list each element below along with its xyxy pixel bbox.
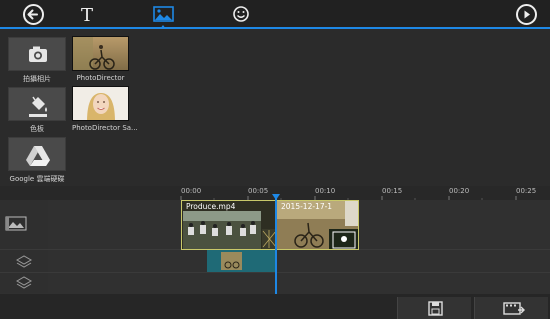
app-root: T 拍攝相片 PhotoDirector 色板 PhotoDirector Sa… [0,0,550,319]
back-button[interactable] [23,4,44,25]
paint-bucket-icon [29,96,47,117]
overlay-clip-thumb [207,250,275,272]
photo-clip[interactable]: 2015-12-17-1 [276,200,359,250]
google-drive-icon [26,146,50,166]
tab-text[interactable]: T [72,0,102,29]
tab-sticker[interactable] [226,0,256,29]
svg-text:T: T [81,5,93,26]
photodirector-samples-label: PhotoDirector Sa... [72,124,138,132]
google-drive-button[interactable] [8,137,66,171]
portrait-photo-thumb [73,87,128,120]
save-icon [428,301,443,316]
playhead-handle-icon [272,194,280,200]
take-photo-button[interactable] [8,37,66,71]
color-board-label: 色板 [30,125,44,133]
top-toolbar: T [0,0,550,29]
track-icons [5,216,33,289]
arrow-left-icon [27,9,38,20]
export-video-icon [503,302,525,315]
clip-title: Produce.mp4 [186,202,236,211]
save-project-button[interactable] [397,297,471,319]
photodirector-album-thumb[interactable] [72,36,129,71]
video-clip[interactable]: Produce.mp4 [181,200,276,250]
video-track-icon [5,216,27,231]
layer-track-icon [15,276,33,289]
camera-icon [29,46,47,62]
text-T-icon: T [81,5,93,26]
photodirector-samples-thumb[interactable] [72,86,129,121]
tab-image[interactable] [148,0,178,29]
photodirector-label: PhotoDirector [76,74,125,82]
layer-track-icon [15,255,33,268]
produce-video-button[interactable] [474,297,548,319]
take-photo-label: 拍攝相片 [23,75,51,83]
play-button[interactable] [516,4,537,25]
google-drive-label: Google 雲端硬碟 [9,175,65,183]
play-icon [524,10,530,19]
image-icon [153,6,174,29]
track-headers [0,200,48,293]
color-board-button[interactable] [8,87,66,121]
clip-title: 2015-12-17-1 [281,202,333,211]
smiley-icon [233,6,249,22]
media-library: 拍攝相片 PhotoDirector 色板 PhotoDirector Sa..… [0,31,550,186]
bottom-action-bar [0,294,550,319]
playhead[interactable] [272,194,280,294]
overlay-clip[interactable] [207,250,275,272]
timeline-panel: 00:00 00:05 00:10 00:15 00:20 00:25 Prod… [0,186,550,319]
cyclist-photo-thumb [73,37,128,70]
